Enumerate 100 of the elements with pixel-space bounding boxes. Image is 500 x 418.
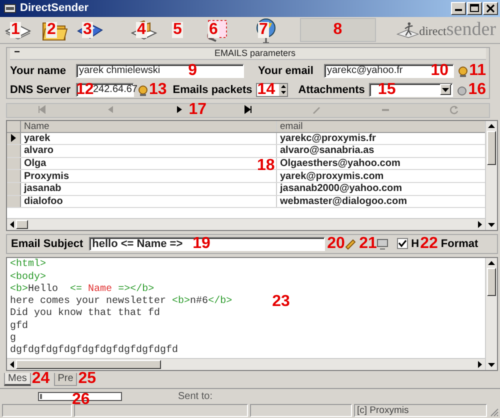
code-line: dgfdgfdgfdgfdgfdgfdgfdgfdgfd bbox=[10, 345, 178, 358]
table-cell: Proxymis bbox=[21, 170, 277, 182]
code-editor[interactable]: <html> <body> <b>Hello <= Name =></b> here comes your newsletter <b>n#6</b> 23 Did you know that that fd gfd g dgfdgfdgfdgfdgfdgfdgfdgfdgfd bbox=[6, 257, 498, 372]
code-line: gfd bbox=[10, 320, 28, 333]
callout-number: 19 bbox=[192, 236, 210, 252]
icon-button[interactable] bbox=[375, 236, 390, 251]
code-line: <html> bbox=[10, 259, 46, 272]
icon-button[interactable] bbox=[343, 236, 358, 251]
table-cell-text: webmaster@dialogoo.com bbox=[279, 196, 408, 208]
table-cell-text: jasanab2000@yahoo.com bbox=[278, 182, 404, 195]
callout-number: 11 bbox=[469, 62, 486, 79]
callout-number: 8 bbox=[333, 22, 342, 38]
callout-number: 23 bbox=[272, 294, 290, 310]
previous-record-icon bbox=[106, 105, 115, 116]
scroll-left-icon bbox=[10, 220, 14, 228]
scroll-down-icon bbox=[488, 222, 495, 227]
callout-number: 10 bbox=[430, 62, 449, 79]
table-cell-text: alvaro@sanabria.as bbox=[279, 145, 376, 157]
column-header[interactable]: Name bbox=[21, 120, 277, 132]
callout-number: 9 bbox=[188, 62, 198, 79]
scroll-thumb[interactable] bbox=[16, 220, 28, 229]
field-label: Email Subject bbox=[11, 238, 84, 250]
scroll-thumb[interactable] bbox=[16, 360, 161, 370]
callout-number: 14 bbox=[257, 82, 276, 98]
next-record-icon bbox=[174, 105, 184, 116]
field-label: DNS Server bbox=[10, 84, 72, 96]
field-label: Your email bbox=[258, 64, 314, 77]
close-icon bbox=[484, 2, 497, 15]
dropdown-caret-icon bbox=[442, 88, 450, 92]
tab[interactable]: Mes bbox=[4, 372, 31, 386]
scroll-right-icon bbox=[478, 361, 482, 368]
horizontal-scrollbar[interactable] bbox=[7, 358, 485, 370]
code-line: here comes your newsletter <b>n#6</b> bbox=[10, 296, 232, 308]
circle-icon bbox=[456, 84, 468, 96]
monitor-icon bbox=[376, 237, 389, 250]
email-field[interactable]: yarekc@yahoo.fr 10 bbox=[324, 64, 454, 78]
refresh-icon bbox=[450, 105, 460, 116]
scroll-thumb[interactable] bbox=[487, 130, 496, 165]
callout-number: 7 bbox=[258, 22, 269, 38]
panel-title: EMAILS parameters bbox=[213, 48, 297, 58]
callout-number: 2 bbox=[46, 22, 57, 38]
horizontal-scrollbar[interactable] bbox=[7, 218, 485, 230]
minimize-icon bbox=[455, 8, 462, 12]
current-row-icon bbox=[11, 134, 16, 142]
vertical-scrollbar[interactable] bbox=[485, 258, 497, 370]
callout-number: 5 bbox=[172, 22, 183, 38]
maximize-icon bbox=[468, 2, 481, 15]
last-record-icon bbox=[244, 105, 252, 116]
callout-number: 20 bbox=[327, 236, 345, 252]
minimize-button[interactable] bbox=[451, 2, 466, 15]
scroll-left-icon bbox=[10, 361, 14, 368]
callout-number: 16 bbox=[468, 82, 486, 98]
field-label: Emails packets bbox=[172, 84, 252, 96]
checkbox-label: H bbox=[411, 238, 420, 250]
scroll-right-icon bbox=[478, 220, 482, 228]
attachments-dropdown[interactable]: 15 bbox=[368, 82, 454, 97]
checkbox-label: Format bbox=[440, 238, 478, 250]
app-icon bbox=[4, 4, 16, 13]
close-button[interactable] bbox=[483, 2, 498, 15]
table-cell: jasanab bbox=[21, 182, 277, 195]
table-cell: alvaro bbox=[21, 145, 277, 157]
field-label: Your name bbox=[10, 64, 68, 77]
vertical-scrollbar[interactable] bbox=[485, 120, 497, 230]
field-label: Attachments bbox=[298, 84, 365, 96]
row-indicator[interactable] bbox=[7, 132, 21, 144]
checkmark-icon bbox=[398, 239, 408, 248]
scroll-up-icon bbox=[488, 261, 495, 266]
callout-number: 25 bbox=[78, 371, 96, 388]
table-cell: yarek bbox=[21, 132, 277, 144]
code-line: <b>Hello <= Name =></b> bbox=[10, 284, 154, 296]
callout-number: 13 bbox=[149, 82, 167, 98]
status-text: Sent to: bbox=[178, 391, 212, 402]
first-record-icon bbox=[36, 105, 46, 116]
subject-field[interactable]: hello <= Name => 19 bbox=[89, 236, 326, 251]
code-line: g bbox=[10, 332, 16, 344]
callout-number: 17 bbox=[188, 102, 207, 118]
pencil-icon bbox=[344, 237, 357, 250]
window-title: DirectSender bbox=[20, 2, 90, 14]
tab[interactable]: Pre bbox=[54, 372, 78, 386]
callout-number: 3 bbox=[82, 22, 93, 38]
table-cell-text: yarek@proxymis.com bbox=[279, 170, 385, 182]
table-cell-text: Olgaesthers@yahoo.com bbox=[279, 158, 402, 170]
status-panel bbox=[2, 404, 72, 417]
scroll-thumb[interactable] bbox=[487, 268, 496, 296]
callout-number: 4 bbox=[136, 22, 147, 38]
logo-text: direct bbox=[419, 24, 446, 39]
callout-number: 22 bbox=[420, 236, 438, 252]
html-format-checkbox[interactable] bbox=[397, 238, 408, 250]
number-spinner[interactable]: 14 bbox=[256, 82, 288, 97]
pencil-icon bbox=[312, 105, 322, 116]
maximize-button[interactable] bbox=[467, 2, 482, 15]
collapse-button[interactable]: − bbox=[10, 48, 24, 58]
code-line: Did you know that that fd bbox=[10, 308, 160, 320]
callout-number: 1 bbox=[10, 22, 21, 38]
table-cell: dialofoo bbox=[21, 196, 277, 208]
scroll-down-icon bbox=[488, 363, 495, 368]
column-header[interactable]: email bbox=[277, 120, 485, 132]
name-field[interactable]: yarek chmielewski 9 bbox=[76, 64, 244, 78]
callout-number: 24 bbox=[32, 371, 50, 388]
callout-number: 6 bbox=[208, 22, 219, 38]
